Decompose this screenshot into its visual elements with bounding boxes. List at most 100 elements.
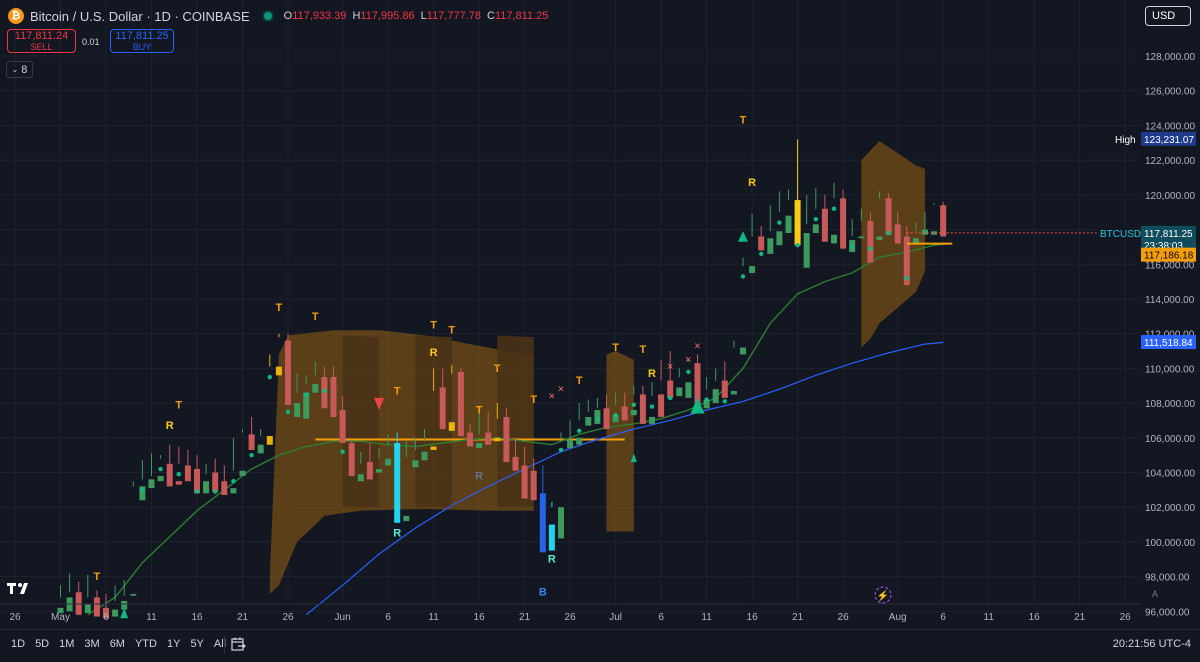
candle [567, 439, 574, 449]
cross-marker: × [685, 354, 691, 366]
stop-dot [686, 369, 691, 375]
candle [630, 410, 637, 416]
cross-marker: × [694, 340, 700, 352]
stop-dot [740, 274, 746, 279]
price-tick-label: 116,000.00 [1145, 260, 1195, 271]
symbol-title[interactable]: Bitcoin / U.S. Dollar · 1D · COINBASE [30, 9, 250, 24]
time-tick-label: 6 [658, 612, 664, 623]
candle [294, 403, 301, 417]
range-button-3m[interactable]: 3M [79, 638, 104, 650]
stop-dot [850, 244, 855, 250]
buy-signal-triangle [690, 397, 705, 414]
stop-dot [595, 416, 600, 421]
stop-dot [340, 449, 345, 454]
ma-price-tag: 111,518.84 [1144, 338, 1193, 349]
indicator-count: 8 [21, 63, 28, 76]
indicator-price-tag: 117,186.18 [1144, 251, 1194, 262]
signal-label-t: T [530, 394, 537, 406]
time-tick-label: 26 [9, 612, 21, 623]
stop-dot [831, 206, 837, 211]
candle [840, 198, 847, 249]
candle [730, 390, 737, 395]
price-axis: 96,000.00 98,000.00 100,000.00 102,000.00 10… [1097, 0, 1200, 629]
candle [821, 208, 828, 242]
candle [649, 416, 655, 424]
candle [539, 493, 546, 553]
stop-dot [285, 409, 291, 414]
candle [148, 479, 155, 489]
currency-value: USD [1152, 10, 1176, 22]
range-button-ytd[interactable]: YTD [130, 638, 162, 650]
timeframe-ranges: 1D 5D 1M 3M 6M YTD 1Y 5Y All [6, 638, 231, 650]
signal-label-t: T [94, 571, 101, 583]
ohlc-high: H117,995.86 [352, 10, 415, 22]
signal-label-t: T [312, 311, 319, 323]
stop-dot [194, 489, 200, 494]
candle [494, 437, 501, 442]
time-tick-label: 26 [1120, 612, 1132, 623]
price-tick-label: 96,000.00 [1145, 607, 1190, 618]
stop-dot [304, 392, 309, 397]
signal-label-t: T [640, 344, 647, 356]
buy-button[interactable]: 117,811.25 BUY [110, 29, 174, 53]
price-tick-label: 102,000.00 [1145, 503, 1195, 514]
signal-label-t: T [494, 363, 501, 375]
price-tick-label: 110,000.00 [1145, 364, 1195, 375]
candle [203, 481, 210, 494]
candle [457, 371, 464, 437]
sell-button[interactable]: 117,811.24 SELL [7, 29, 76, 53]
candle [603, 408, 610, 430]
ohlc-close: C117,811.25 [487, 10, 549, 22]
candle [221, 481, 228, 496]
candle [257, 444, 264, 454]
cloud-zone-2 [606, 351, 634, 532]
price-chart[interactable]: ×××××TRTTTTRTRTTRTTRBTT TRTR96,000.0098,0… [0, 0, 1200, 629]
range-button-5d[interactable]: 5D [30, 638, 54, 650]
stop-dot [249, 452, 254, 458]
range-button-1y[interactable]: 1Y [162, 638, 185, 650]
stop-dot [668, 395, 673, 401]
range-button-all[interactable]: All [209, 638, 231, 650]
candle [876, 236, 883, 240]
candle [658, 394, 665, 417]
tradingview-logo-icon [7, 583, 28, 594]
stop-dot [322, 388, 327, 394]
time-tick-label: 6 [103, 612, 109, 623]
candle [376, 469, 382, 473]
clock-timezone[interactable]: 20:21:56 UTC-4 [1113, 638, 1191, 650]
range-button-1m[interactable]: 1M [54, 638, 79, 650]
range-button-1d[interactable]: 1D [6, 638, 30, 650]
candle [266, 436, 273, 445]
chart-header: ₿ Bitcoin / U.S. Dollar · 1D · COINBASE … [8, 6, 554, 26]
stop-dot [886, 230, 891, 236]
candle [676, 387, 683, 397]
candle [184, 465, 191, 482]
signal-label-t: T [394, 385, 401, 397]
stop-dot [868, 246, 873, 251]
candle [84, 604, 91, 614]
time-tick-label: 26 [565, 612, 577, 623]
cloud-band [415, 335, 452, 508]
calendar-goto-icon[interactable] [230, 636, 246, 652]
currency-select[interactable]: USD [1145, 6, 1191, 26]
signal-label-r: R [748, 177, 756, 189]
price-tick-label: 104,000.00 [1145, 469, 1195, 480]
signal-label-r: R [475, 470, 483, 482]
signal-label-r: R [430, 347, 438, 359]
candle [112, 609, 119, 617]
candle [275, 366, 282, 376]
stop-dot [904, 275, 909, 281]
range-button-6m[interactable]: 6M [105, 638, 130, 650]
range-button-5y[interactable]: 5Y [185, 638, 208, 650]
time-tick-label: 21 [792, 612, 804, 623]
candle [740, 347, 746, 355]
stop-dot [649, 404, 655, 409]
symbol-tag: BTCUSD [1100, 229, 1141, 240]
signal-label-r: R [648, 368, 656, 380]
candle [867, 220, 874, 263]
indicators-toggle[interactable]: ⌄ 8 [6, 61, 33, 78]
time-tick-label: 11 [701, 612, 712, 623]
candle [175, 481, 182, 485]
time-tick-label: 6 [940, 612, 946, 623]
candle [166, 463, 173, 487]
